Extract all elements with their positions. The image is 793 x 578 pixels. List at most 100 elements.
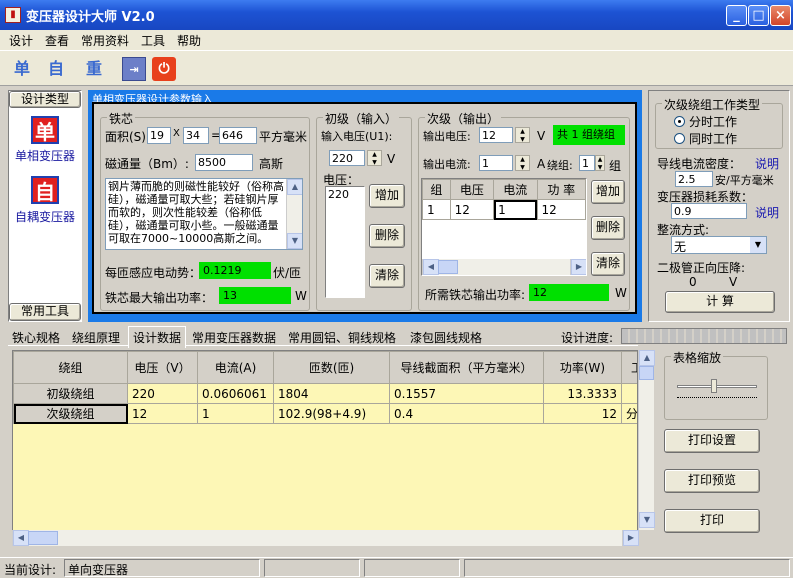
result-cell[interactable]: 1804 <box>273 383 390 404</box>
result-cell[interactable]: 0.0606061 <box>197 383 274 404</box>
print-button[interactable]: 打印 <box>664 509 760 533</box>
result-grid-hscroll[interactable]: ◀ ▶ <box>12 530 639 546</box>
tab-common-transformers[interactable]: 常用变压器数据 <box>192 329 276 346</box>
menu-view[interactable]: 查看 <box>45 32 69 49</box>
tab-winding-principle[interactable]: 绕组原理 <box>72 329 120 346</box>
output-voltage-label: 输出电压: <box>423 130 471 143</box>
calculate-button[interactable]: 计 算 <box>665 291 775 313</box>
result-col-turns: 匝数(匝) <box>273 351 390 384</box>
tab-core-specs[interactable]: 铁心规格 <box>12 329 60 346</box>
redesign-tool-button[interactable]: 重 <box>82 57 106 81</box>
emf-unit: 伏/匝 <box>273 266 302 280</box>
tab-enamel-wire-specs[interactable]: 漆包圆线规格 <box>410 329 482 346</box>
menu-design[interactable]: 设计 <box>9 32 33 49</box>
result-row-header[interactable]: 初级绕组 <box>13 383 128 404</box>
power-icon[interactable]: ⏻ <box>152 57 176 81</box>
result-grid[interactable]: 绕组 电压（V） 电流(A) 匝数(匝) 导线截面积（平方毫米） 功率(W) 工… <box>12 350 638 546</box>
result-col-winding: 绕组 <box>13 351 128 384</box>
output-voltage-field[interactable]: 12 <box>479 127 513 143</box>
input-voltage-field[interactable]: 220 <box>329 150 365 166</box>
secondary-clear-button[interactable]: 清除 <box>591 252 625 276</box>
flux-note-textarea[interactable]: 钢片薄而脆的则磁性能较好（俗称高硅），磁通量可取大些；若硅钢片厚而软的，则次性能… <box>105 178 303 250</box>
auto-transformer-label[interactable]: 自耦变压器 <box>15 208 75 225</box>
result-cell[interactable]: 220 <box>127 383 198 404</box>
secondary-delete-button[interactable]: 删除 <box>591 216 625 240</box>
rectifier-select[interactable]: 无 ▼ <box>671 236 767 254</box>
secondary-add-button[interactable]: 增加 <box>591 180 625 204</box>
design-type-header[interactable]: 设计类型 <box>9 91 81 108</box>
single-phase-label[interactable]: 单相变压器 <box>15 147 75 164</box>
loss-factor-input[interactable]: 0.9 <box>671 203 747 219</box>
menu-reference[interactable]: 常用资料 <box>81 32 129 49</box>
output-voltage-spinner[interactable]: ▲ ▼ <box>515 127 530 143</box>
single-phase-icon[interactable]: 单 <box>31 116 59 144</box>
cell-group[interactable]: 1 <box>422 199 451 220</box>
auto-transformer-icon[interactable]: 自 <box>31 176 59 204</box>
result-cell[interactable]: 13.3333 <box>543 383 622 404</box>
chevron-down-icon[interactable]: ▼ <box>750 237 766 253</box>
tab-bar: 铁心规格 绕组原理 设计数据 常用变压器数据 常用圆铝、铜线规格 漆包圆线规格 <box>8 326 638 348</box>
result-cell[interactable]: 分 <box>621 403 637 424</box>
toolbar: 单 自 重 ⇥ ⏻ <box>0 50 793 86</box>
result-col-current: 电流(A) <box>197 351 274 384</box>
common-tools-header[interactable]: 常用工具 <box>9 303 81 321</box>
cell-power[interactable]: 12 <box>536 199 586 220</box>
exit-icon[interactable]: ⇥ <box>122 57 146 81</box>
primary-clear-button[interactable]: 清除 <box>369 264 405 288</box>
tab-design-data[interactable]: 设计数据 <box>128 326 187 348</box>
minimize-button[interactable]: _ <box>726 5 747 26</box>
print-setup-button[interactable]: 打印设置 <box>664 429 760 453</box>
radio-time-sharing[interactable]: 分时工作 <box>674 113 737 130</box>
radio-simultaneous[interactable]: 同时工作 <box>674 130 737 147</box>
result-cell[interactable]: 0.4 <box>389 403 544 424</box>
maximize-button[interactable]: □ <box>748 5 769 26</box>
current-density-help-link[interactable]: 说明 <box>755 155 779 172</box>
result-grid-vscroll-thumb[interactable] <box>639 366 654 380</box>
result-cell[interactable]: 102.9(98+4.9) <box>273 403 390 424</box>
result-grid-vscroll[interactable]: ▲ ▼ <box>638 350 655 530</box>
result-grid-hscroll-thumb[interactable] <box>28 531 58 545</box>
primary-voltage-list-item[interactable]: 220 <box>328 188 362 201</box>
menu-help[interactable]: 帮助 <box>177 32 201 49</box>
current-density-input[interactable]: 2.5 <box>675 171 713 187</box>
input-voltage-spinner[interactable]: ▲ ▼ <box>367 150 382 166</box>
secondary-group-title: 次级（输出） <box>425 110 502 127</box>
result-cell[interactable]: 12 <box>127 403 198 424</box>
primary-voltage-list[interactable]: 220 <box>325 186 365 298</box>
auto-transformer-tool-button[interactable]: 自 <box>44 57 68 81</box>
tab-wire-specs[interactable]: 常用圆铝、铜线规格 <box>288 329 396 346</box>
result-cell[interactable]: 1 <box>197 403 274 424</box>
primary-add-button[interactable]: 增加 <box>369 184 405 208</box>
winding-table[interactable]: 组 电压 电流 功 率 1 12 1 12 ◀ ▶ <box>421 178 587 276</box>
zoom-slider-thumb[interactable] <box>711 379 717 393</box>
result-row-header[interactable]: 次级绕组 <box>13 403 128 424</box>
winding-group-spinner[interactable]: ▲ ▼ <box>595 155 605 171</box>
note-scrollbar[interactable]: ▲ ▼ <box>286 179 302 249</box>
output-current-field[interactable]: 1 <box>479 155 513 171</box>
single-phase-tool-button[interactable]: 单 <box>10 57 34 81</box>
core-width-input[interactable]: 19 <box>147 127 171 144</box>
winding-table-scroll-thumb[interactable] <box>438 260 458 274</box>
result-cell[interactable]: 12 <box>543 403 622 424</box>
cell-current[interactable]: 1 <box>493 199 538 220</box>
primary-group-title: 初级（输入） <box>323 110 400 127</box>
result-cell[interactable] <box>621 383 637 404</box>
zoom-slider-ticks <box>677 397 757 401</box>
close-button[interactable]: × <box>770 5 791 26</box>
status-panel-2 <box>264 559 360 577</box>
primary-delete-button[interactable]: 删除 <box>369 224 405 248</box>
cell-voltage[interactable]: 12 <box>449 199 495 220</box>
flux-input[interactable]: 8500 <box>195 154 253 171</box>
output-current-spinner[interactable]: ▲ ▼ <box>515 155 530 171</box>
winding-group-field[interactable]: 1 <box>579 155 595 171</box>
result-cell[interactable]: 0.1557 <box>389 383 544 404</box>
winding-table-hscroll[interactable]: ◀ ▶ <box>422 259 586 275</box>
table-row[interactable]: 1 12 1 12 <box>422 199 586 220</box>
print-preview-button[interactable]: 打印预览 <box>664 469 760 493</box>
table-row[interactable]: 初级绕组 220 0.0606061 1804 0.1557 13.3333 <box>13 383 637 404</box>
loss-factor-help-link[interactable]: 说明 <box>755 204 779 221</box>
core-depth-input[interactable]: 34 <box>183 127 209 144</box>
table-row[interactable]: 次级绕组 12 1 102.9(98+4.9) 0.4 12 分 <box>13 403 637 424</box>
menu-tools[interactable]: 工具 <box>141 32 165 49</box>
core-power-unit: W <box>295 289 307 303</box>
